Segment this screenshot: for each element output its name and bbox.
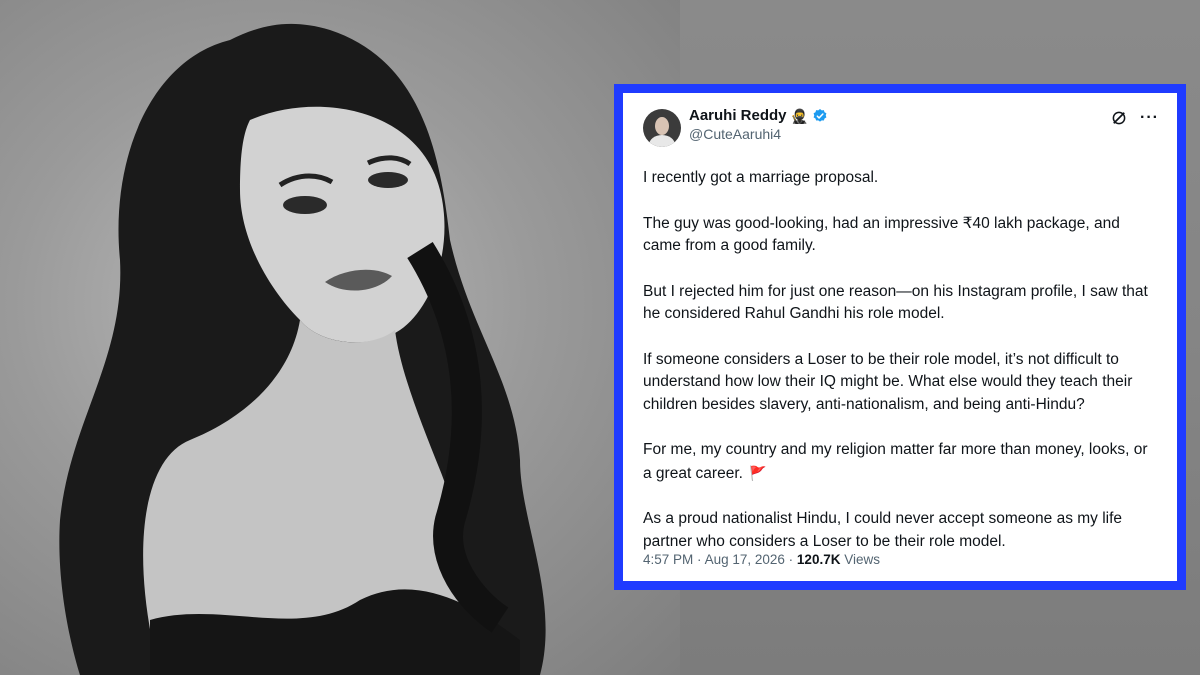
tweet-card: Aaruhi Reddy 🥷 @CuteAaruhi4 ··· I recent… [623,93,1177,581]
tweet-paragraph-6: As a proud nationalist Hindu, I could ne… [643,510,1123,550]
tweet-meta: 4:57 PM · Aug 17, 2026 · 120.7K Views [643,552,880,567]
tweet-paragraph-5: For me, my country and my religion matte… [643,441,1148,482]
verified-badge-icon [813,109,827,122]
avatar-body [649,135,675,147]
author-name[interactable]: Aaruhi Reddy [689,107,787,125]
background-photo [0,0,680,675]
views-label: Views [844,552,881,567]
tweet-time[interactable]: 4:57 PM [643,552,693,567]
tweet-text: I recently got a marriage proposal. The … [643,167,1159,553]
avatar-face [655,117,669,135]
more-options-icon[interactable]: ··· [1140,109,1159,127]
meta-separator-2: · [788,552,794,567]
author-block: Aaruhi Reddy 🥷 @CuteAaruhi4 [689,107,828,143]
tweet-paragraph-5-wrap: For me, my country and my religion matte… [643,439,1159,485]
grok-icon[interactable] [1110,109,1128,127]
author-handle[interactable]: @CuteAaruhi4 [689,125,828,143]
tweet-paragraph-1: I recently got a marriage proposal. [643,169,879,186]
tweet-paragraph-3: But I rejected him for just one reason—o… [643,282,1148,323]
views-count: 120.7K [796,552,841,567]
tweet-screenshot-frame: Aaruhi Reddy 🥷 @CuteAaruhi4 ··· I recent… [614,84,1186,590]
tweet-paragraph-4: If someone considers a Loser to be their… [643,350,1133,413]
author-emoji: 🥷 [790,108,808,124]
tweet-date[interactable]: Aug 17, 2026 [705,552,785,567]
red-flag-emoji: 🚩 [748,464,767,481]
header-actions: ··· [1110,109,1159,127]
meta-separator-1: · [697,552,702,567]
avatar[interactable] [643,109,681,147]
tweet-paragraph-2: The guy was good-looking, had an impress… [643,214,1120,255]
woman-portrait-illustration [59,23,546,675]
tweet-header: Aaruhi Reddy 🥷 @CuteAaruhi4 ··· [643,107,1159,153]
author-name-row: Aaruhi Reddy 🥷 [689,107,828,125]
